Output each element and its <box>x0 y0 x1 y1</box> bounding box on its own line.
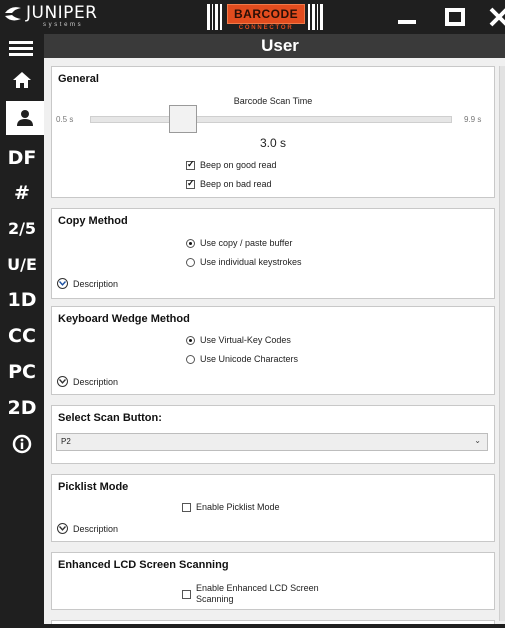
juniper-logo: JUNIPER systems <box>3 3 98 28</box>
logo-connector-text: CONNECTOR <box>238 24 294 31</box>
copy-method-description-label: Description <box>73 278 119 289</box>
scan-button-title: Select Scan Button: <box>58 412 162 424</box>
brand-subtitle: systems <box>43 22 84 28</box>
juniper-mark-icon <box>5 7 21 21</box>
scan-button-select[interactable]: P2 ⌄ <box>56 433 488 451</box>
close-icon <box>489 7 505 27</box>
virtual-key-radio[interactable] <box>186 335 195 345</box>
logo-barcode-text: BARCODE <box>227 3 306 24</box>
minimize-button[interactable] <box>392 4 422 30</box>
lcd-scanning-section: Enhanced LCD Screen Scanning Enable Enha… <box>51 552 495 610</box>
sidebar-item-cc[interactable]: CC <box>0 319 44 353</box>
barcode-bars-right <box>308 4 325 30</box>
page-header: User <box>44 34 505 58</box>
keyboard-wedge-title: Keyboard Wedge Method <box>58 313 190 325</box>
picklist-checkbox[interactable] <box>182 502 191 512</box>
next-section-edge <box>51 620 495 624</box>
maximize-icon <box>445 8 465 26</box>
lcd-scanning-label-line1: Enable Enhanced LCD Screen <box>196 583 319 593</box>
lcd-scanning-label-line2: Scanning <box>196 594 234 604</box>
sidebar-item-hash[interactable]: # <box>0 176 44 210</box>
vertical-scrollbar[interactable] <box>499 66 505 621</box>
close-button[interactable] <box>484 4 505 30</box>
copy-paste-option[interactable]: Use copy / paste buffer <box>186 238 292 248</box>
beep-good-read-option[interactable]: Beep on good read <box>186 159 277 170</box>
keystrokes-option[interactable]: Use individual keystrokes <box>186 257 302 267</box>
lcd-scanning-checkbox[interactable] <box>182 589 191 599</box>
lcd-scanning-option[interactable]: Enable Enhanced LCD Screen Scanning <box>182 583 319 605</box>
chevron-down-icon: ⌄ <box>474 436 481 445</box>
keystrokes-label: Use individual keystrokes <box>200 257 302 267</box>
copy-paste-label: Use copy / paste buffer <box>200 238 293 248</box>
sidebar-item-info[interactable] <box>0 427 44 461</box>
sidebar-item-1d[interactable]: 1D <box>0 283 44 317</box>
barcode-bars-left <box>207 4 224 30</box>
sidebar-item-pc[interactable]: PC <box>0 355 44 389</box>
sidebar-item-2-of-5[interactable]: 2/5 <box>0 211 44 245</box>
virtual-key-option[interactable]: Use Virtual-Key Codes <box>186 335 291 345</box>
chevron-down-icon <box>57 376 68 387</box>
scan-button-section: Select Scan Button: P2 ⌄ <box>51 405 495 464</box>
beep-good-read-checkbox[interactable] <box>186 159 195 170</box>
unicode-option[interactable]: Use Unicode Characters <box>186 354 298 364</box>
page-title: User <box>261 36 299 55</box>
scan-button-value: P2 <box>61 437 71 446</box>
sidebar-item-home[interactable] <box>0 63 44 97</box>
chevron-down-icon <box>57 523 68 534</box>
beep-bad-read-option[interactable]: Beep on bad read <box>186 178 272 189</box>
picklist-option[interactable]: Enable Picklist Mode <box>182 502 280 512</box>
brand-name: JUNIPER <box>26 3 98 23</box>
app-window: JUNIPER systems BARCODE CONNECTOR User D… <box>0 0 505 628</box>
scan-time-max: 9.9 s <box>464 115 482 124</box>
scan-time-slider-thumb[interactable] <box>169 105 197 133</box>
virtual-key-label: Use Virtual-Key Codes <box>200 335 291 345</box>
user-icon <box>17 110 33 126</box>
info-icon <box>12 434 32 454</box>
sidebar-item-df[interactable]: DF <box>0 141 44 175</box>
sidebar-item-user[interactable] <box>6 101 44 135</box>
hamburger-menu-icon[interactable] <box>9 41 33 57</box>
sidebar: DF # 2/5 U/E 1D CC PC 2D <box>0 34 44 628</box>
copy-method-description-toggle[interactable]: Description <box>57 278 118 289</box>
picklist-description-toggle[interactable]: Description <box>57 523 118 534</box>
scan-time-value: 3.0 s <box>259 136 286 150</box>
copy-method-section: Copy Method Use copy / paste buffer Use … <box>51 208 495 299</box>
keyboard-wedge-description-label: Description <box>73 376 119 387</box>
sidebar-item-2d[interactable]: 2D <box>0 391 44 425</box>
barcode-connector-logo: BARCODE CONNECTOR <box>207 3 325 31</box>
general-title: General <box>58 73 99 85</box>
chevron-down-icon <box>57 278 68 289</box>
unicode-label: Use Unicode Characters <box>200 354 299 364</box>
sidebar-item-upc-ean[interactable]: U/E <box>0 247 44 281</box>
scan-time-label: Barcode Scan Time <box>233 96 313 106</box>
picklist-description-label: Description <box>73 523 119 534</box>
settings-panel: General Barcode Scan Time 0.5 s 9.9 s 3.… <box>44 58 505 624</box>
copy-paste-radio[interactable] <box>186 238 195 248</box>
keyboard-wedge-description-toggle[interactable]: Description <box>57 376 118 387</box>
picklist-title: Picklist Mode <box>58 481 129 493</box>
copy-method-title: Copy Method <box>58 215 128 227</box>
minimize-icon <box>398 20 416 24</box>
general-section: General Barcode Scan Time 0.5 s 9.9 s 3.… <box>51 66 495 198</box>
title-bar: JUNIPER systems BARCODE CONNECTOR <box>0 0 505 34</box>
picklist-label: Enable Picklist Mode <box>196 502 280 512</box>
maximize-button[interactable] <box>440 4 470 30</box>
home-icon <box>13 72 31 88</box>
beep-good-read-label: Beep on good read <box>200 160 277 170</box>
scan-time-min: 0.5 s <box>56 115 74 124</box>
beep-bad-read-checkbox[interactable] <box>186 178 195 189</box>
lcd-scanning-title: Enhanced LCD Screen Scanning <box>58 559 229 571</box>
unicode-radio[interactable] <box>186 354 195 364</box>
picklist-section: Picklist Mode Enable Picklist Mode Descr… <box>51 474 495 542</box>
scan-time-slider-track[interactable] <box>90 116 452 123</box>
beep-bad-read-label: Beep on bad read <box>200 179 272 189</box>
keystrokes-radio[interactable] <box>186 257 195 267</box>
keyboard-wedge-section: Keyboard Wedge Method Use Virtual-Key Co… <box>51 306 495 395</box>
